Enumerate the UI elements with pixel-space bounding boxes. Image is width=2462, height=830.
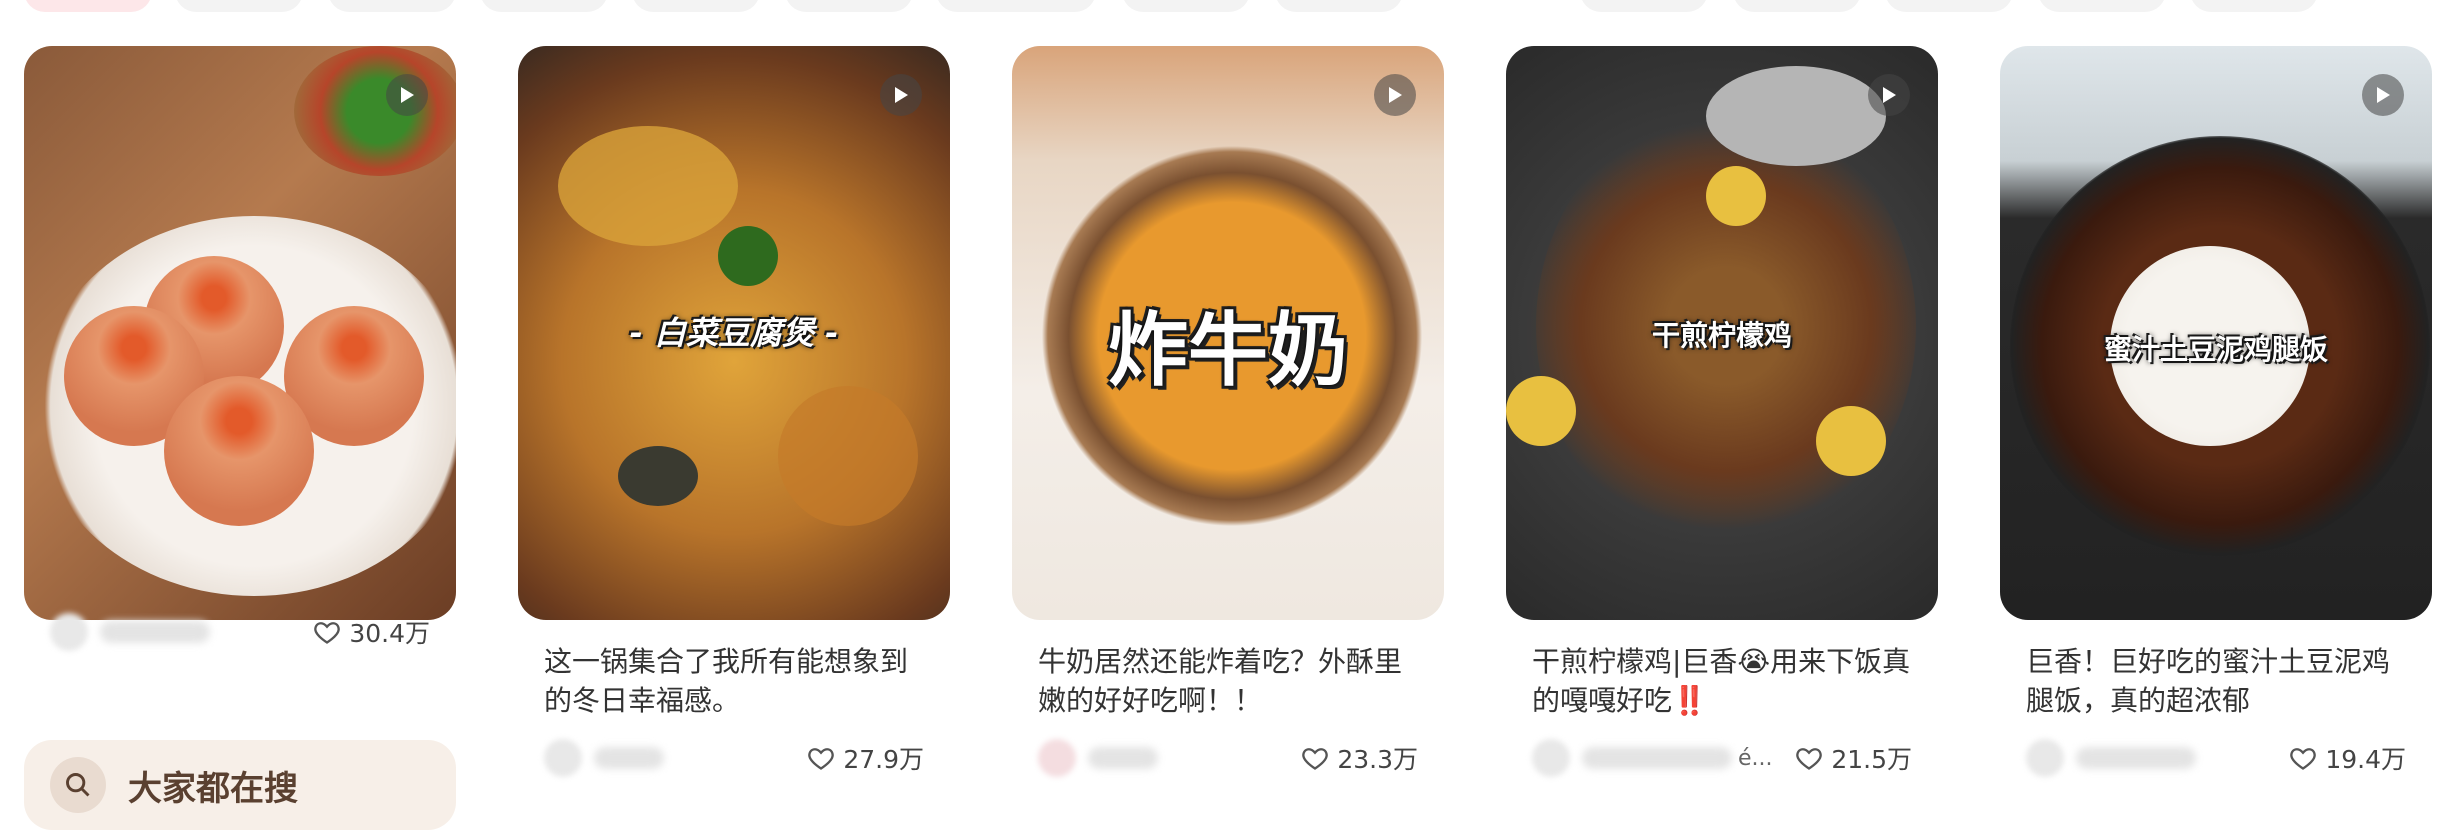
- card-caption[interactable]: 干煎柠檬鸡|巨香😭用来下饭真的嘎嘎好吃‼️: [1532, 642, 1912, 720]
- filter-pill[interactable]: [785, 0, 913, 12]
- heart-icon[interactable]: [2289, 744, 2317, 772]
- like-count-text: 23.3万: [1337, 745, 1418, 774]
- like-count[interactable]: 27.9万: [807, 740, 924, 776]
- card-author[interactable]: [2026, 739, 2196, 777]
- card-caption[interactable]: 牛奶居然还能炸着吃？外酥里嫩的好好吃啊！！: [1038, 642, 1418, 720]
- like-count[interactable]: 21.5万: [1795, 740, 1912, 776]
- card-author[interactable]: [1038, 739, 1158, 777]
- author-name[interactable]: [2076, 747, 2196, 769]
- like-count-text: 21.5万: [1831, 745, 1912, 774]
- feed-card[interactable]: 干煎柠檬鸡 干煎柠檬鸡|巨香😭用来下饭真的嘎嘎好吃‼️ é... 21.5万: [1506, 46, 1938, 778]
- heart-icon[interactable]: [807, 744, 835, 772]
- search-suggestion-label: 大家都在搜: [128, 768, 298, 809]
- filter-pill[interactable]: [480, 0, 608, 12]
- heart-icon[interactable]: [313, 618, 341, 646]
- play-icon: [386, 74, 428, 116]
- play-icon: [880, 74, 922, 116]
- like-count-text: 27.9万: [843, 745, 924, 774]
- author-name[interactable]: [594, 747, 664, 769]
- card-thumbnail[interactable]: - 白菜豆腐煲 -: [518, 46, 950, 620]
- avatar[interactable]: [1038, 739, 1076, 777]
- filter-pill[interactable]: [1733, 0, 1861, 12]
- search-icon[interactable]: [50, 757, 106, 813]
- card-thumbnail[interactable]: 蜜汁土豆泥鸡腿饭: [2000, 46, 2432, 620]
- filter-pill[interactable]: [1275, 0, 1403, 12]
- filter-pill[interactable]: [2038, 0, 2166, 12]
- heart-icon[interactable]: [1795, 744, 1823, 772]
- play-icon: [1374, 74, 1416, 116]
- card-author[interactable]: é...: [1532, 739, 1773, 777]
- avatar[interactable]: [544, 739, 582, 777]
- filter-pill[interactable]: [175, 0, 303, 12]
- filter-pill[interactable]: [936, 0, 1096, 12]
- heart-icon[interactable]: [1301, 744, 1329, 772]
- author-name[interactable]: [1088, 747, 1158, 769]
- filter-pill[interactable]: [632, 0, 760, 12]
- play-icon: [1868, 74, 1910, 116]
- feed-card[interactable]: 炸牛奶 牛奶居然还能炸着吃？外酥里嫩的好好吃啊！！ 23.3万: [1012, 46, 1444, 778]
- feed-card[interactable]: 蜜汁土豆泥鸡腿饭 巨香！巨好吃的蜜汁土豆泥鸡腿饭，真的超浓郁 19.4万: [2000, 46, 2432, 778]
- filter-pill[interactable]: [328, 0, 456, 12]
- avatar[interactable]: [2026, 739, 2064, 777]
- filter-pill[interactable]: [2190, 0, 2318, 12]
- filter-pill[interactable]: [1580, 0, 1708, 12]
- thumbnail-overlay-text: 炸牛奶: [1108, 304, 1348, 397]
- card-caption[interactable]: 巨香！巨好吃的蜜汁土豆泥鸡腿饭，真的超浓郁: [2026, 642, 2406, 720]
- like-count-text: 19.4万: [2325, 745, 2406, 774]
- thumbnail-overlay-text: 干煎柠檬鸡: [1651, 319, 1792, 352]
- card-thumbnail[interactable]: 干煎柠檬鸡: [1506, 46, 1938, 620]
- search-suggestion-box[interactable]: 大家都在搜: [24, 740, 456, 830]
- avatar[interactable]: [50, 613, 88, 651]
- like-count[interactable]: 23.3万: [1301, 740, 1418, 776]
- card-thumbnail[interactable]: [24, 46, 456, 620]
- feed-card[interactable]: - 白菜豆腐煲 - 这一锅集合了我所有能想象到的冬日幸福感。 27.9万: [518, 46, 950, 778]
- author-name[interactable]: [1582, 747, 1732, 769]
- feed-card[interactable]: 30.4万: [24, 46, 456, 652]
- thumbnail-overlay-text: 蜜汁土豆泥鸡腿饭: [2103, 333, 2328, 366]
- author-name[interactable]: [100, 621, 210, 643]
- card-caption[interactable]: 这一锅集合了我所有能想象到的冬日幸福感。: [544, 642, 924, 720]
- filter-pill[interactable]: [1122, 0, 1250, 12]
- card-thumbnail[interactable]: 炸牛奶: [1012, 46, 1444, 620]
- play-icon: [2362, 74, 2404, 116]
- like-count[interactable]: 19.4万: [2289, 740, 2406, 776]
- filter-pill-active[interactable]: [24, 0, 152, 12]
- author-name-text[interactable]: é...: [1738, 746, 1773, 771]
- filter-pill[interactable]: [1885, 0, 2013, 12]
- avatar[interactable]: [1532, 739, 1570, 777]
- card-author[interactable]: [544, 739, 664, 777]
- thumbnail-overlay-text: - 白菜豆腐煲 -: [629, 314, 839, 352]
